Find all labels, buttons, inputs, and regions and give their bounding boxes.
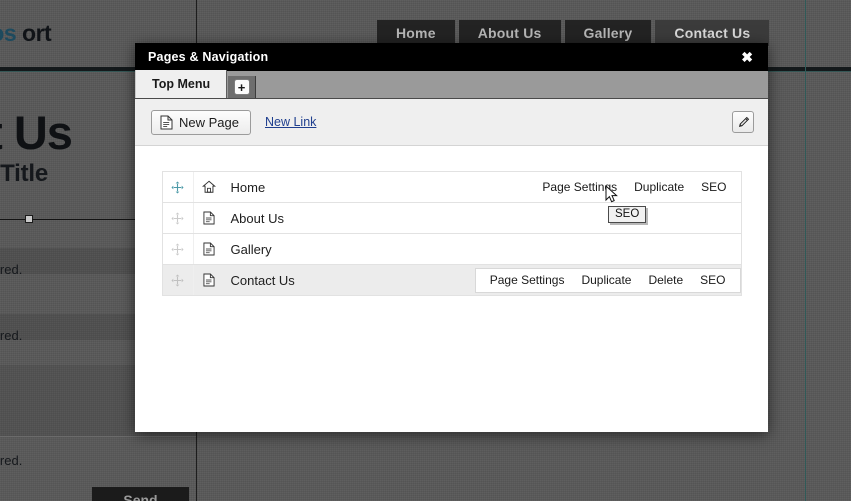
close-icon[interactable]: ✖ (738, 48, 756, 66)
tooltip-seo: SEO (608, 206, 647, 223)
row-actions-contact-us: Page Settings Duplicate Delete SEO (474, 267, 741, 293)
page-icon (194, 211, 225, 225)
add-menu-tab-button[interactable]: + (228, 76, 257, 98)
logo-text-part1: eos (0, 20, 17, 46)
pages-navigation-dialog: Pages & Navigation ✖ Top Menu + New Page… (135, 43, 768, 432)
action-seo[interactable]: SEO (700, 273, 725, 287)
dialog-body: Home Page Settings Duplicate SEO About U… (135, 146, 768, 432)
page-subheading: ge Title (0, 160, 48, 187)
page-title-gallery: Gallery (230, 241, 272, 257)
action-seo[interactable]: SEO (701, 180, 726, 194)
dialog-title: Pages & Navigation (148, 50, 269, 64)
page-title-contact-us: Contact Us (230, 272, 295, 288)
drag-handle[interactable] (163, 234, 194, 264)
table-row[interactable]: Home Page Settings Duplicate SEO (162, 172, 741, 203)
table-row[interactable]: Gallery (162, 234, 741, 265)
home-icon (194, 180, 225, 194)
edit-menu-button[interactable] (732, 111, 754, 133)
document-icon (160, 115, 173, 129)
tab-top-menu[interactable]: Top Menu (135, 70, 228, 98)
dialog-tabstrip: Top Menu + (135, 70, 768, 99)
table-row[interactable]: About Us (162, 203, 741, 234)
new-page-label: New Page (179, 114, 239, 130)
page-heading: ct Us (0, 106, 73, 159)
page-icon (194, 242, 225, 256)
page-title-about-us: About Us (230, 210, 284, 226)
drag-handle[interactable] (163, 172, 194, 202)
move-icon (171, 273, 184, 287)
send-button[interactable]: Send (92, 487, 189, 501)
mouse-cursor (605, 185, 618, 203)
site-logo: eos ort (0, 20, 52, 47)
action-duplicate[interactable]: Duplicate (581, 273, 631, 287)
dialog-toolbar: New Page New Link (135, 99, 768, 146)
move-icon (171, 211, 184, 225)
form-field-message-2: is required. (0, 328, 23, 343)
drag-handle[interactable] (163, 265, 194, 295)
page-list: Home Page Settings Duplicate SEO About U… (161, 171, 742, 296)
new-link-link[interactable]: New Link (265, 115, 316, 129)
dialog-titlebar: Pages & Navigation ✖ (135, 43, 768, 71)
drag-handle[interactable] (163, 203, 194, 233)
vertical-guide (805, 0, 806, 501)
page-icon (194, 273, 225, 287)
selection-handle[interactable] (25, 215, 33, 223)
page-title-home: Home (230, 179, 266, 195)
move-icon (171, 242, 184, 256)
plus-icon: + (233, 79, 250, 95)
action-duplicate[interactable]: Duplicate (634, 180, 684, 194)
new-page-button[interactable]: New Page (151, 109, 251, 135)
form-field-message-1: is required. (0, 262, 23, 277)
action-delete[interactable]: Delete (648, 273, 683, 287)
move-icon (171, 180, 184, 194)
pencil-icon (738, 116, 749, 127)
table-row[interactable]: Contact Us Page Settings Duplicate Delet… (162, 265, 741, 296)
form-field-message-3: is required. (0, 453, 23, 468)
logo-text-part2: ort (22, 20, 52, 46)
row-actions-home: Page Settings Duplicate SEO (528, 175, 740, 200)
action-page-settings[interactable]: Page Settings (490, 273, 565, 287)
